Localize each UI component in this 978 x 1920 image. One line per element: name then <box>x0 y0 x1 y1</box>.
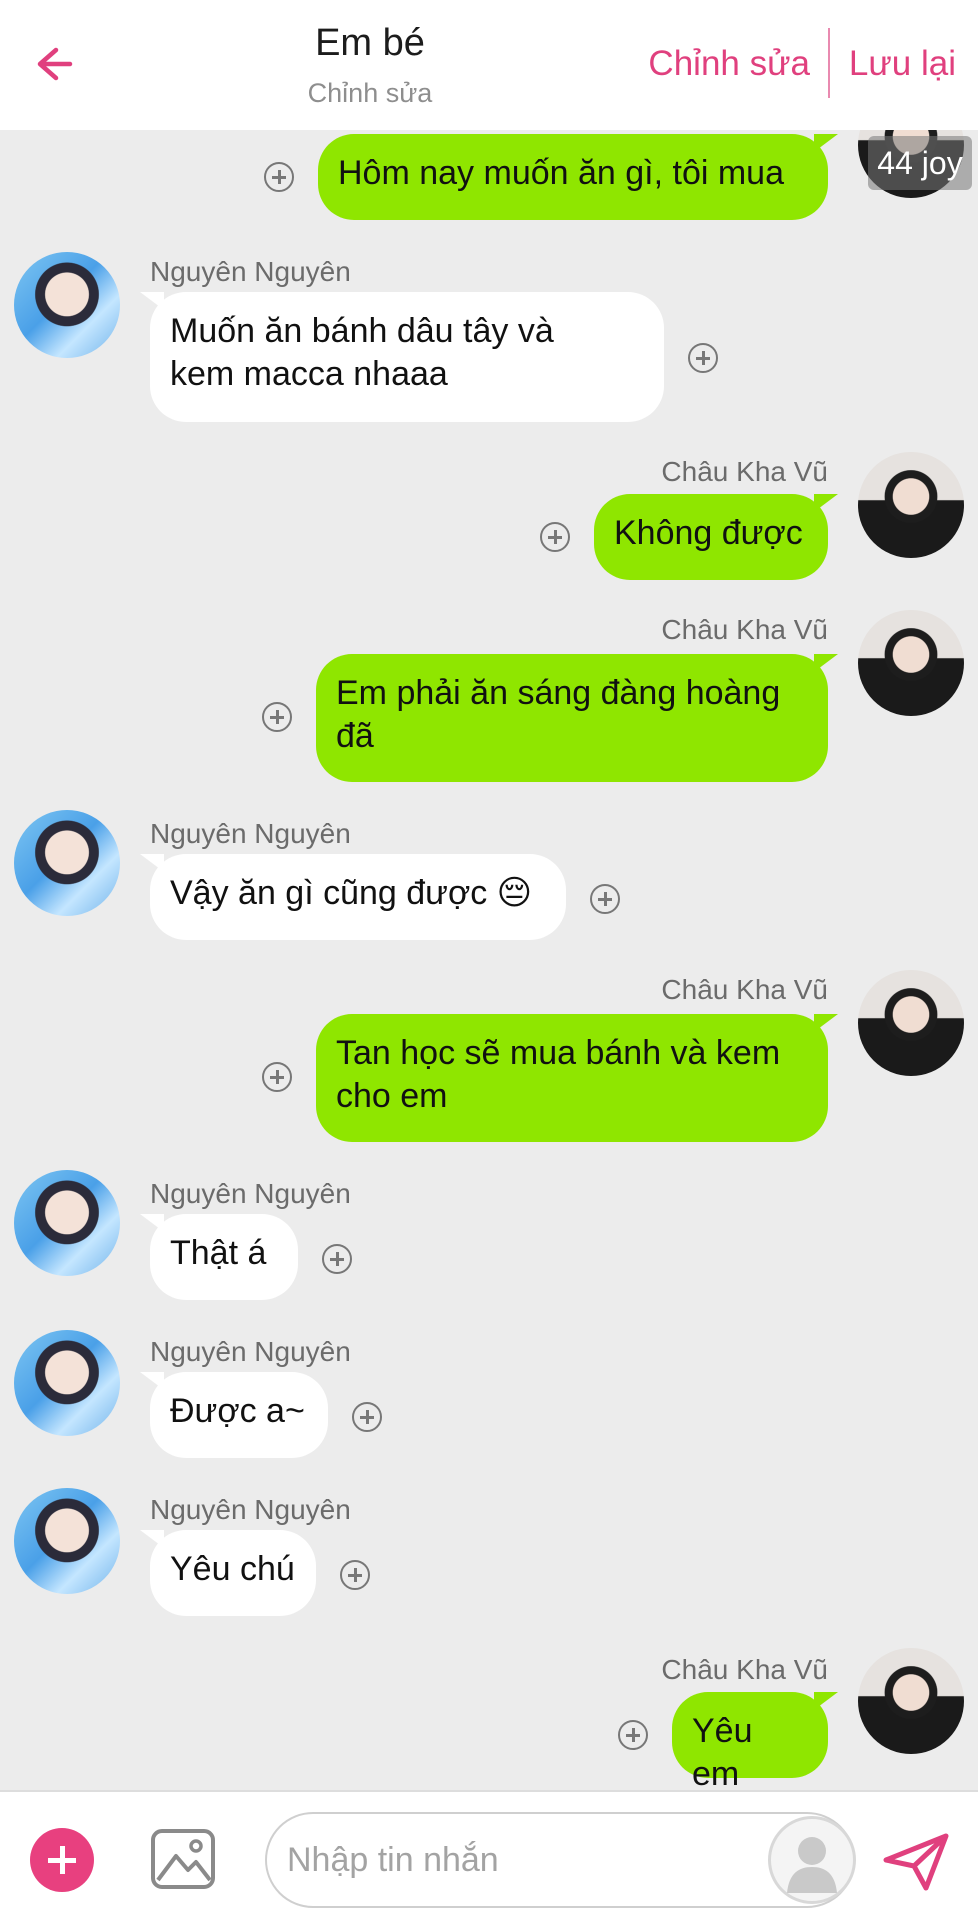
avatar-badge: 44 joy <box>868 136 972 190</box>
image-icon[interactable] <box>150 1828 216 1890</box>
message-text: Yêu em <box>692 1712 753 1793</box>
save-button[interactable]: Lưu lại <box>849 44 956 84</box>
message-bubble[interactable]: Hôm nay muốn ăn gì, tôi mua <box>318 134 838 220</box>
message-plus-icon[interactable] <box>540 522 570 552</box>
sender-name: Nguyên Nguyên <box>150 818 351 849</box>
top-bar: Em bé Chỉnh sửa Chỉnh sửa Lưu lại <box>0 0 978 130</box>
message-text: Không được <box>614 514 803 552</box>
send-icon[interactable] <box>882 1832 950 1892</box>
message-text-line: đã <box>336 717 374 755</box>
message-bubble[interactable]: Yêu chú <box>140 1530 316 1616</box>
message-text-line: kem macca nhaaa <box>170 355 448 393</box>
message-text: Được a~ <box>170 1392 305 1430</box>
avatar-nguyen-nguyen[interactable] <box>14 1330 120 1436</box>
message-bubble[interactable]: Không được <box>594 494 838 580</box>
sender-name: Nguyên Nguyên <box>150 1494 351 1525</box>
avatar-chau-kha-vu[interactable] <box>858 610 964 716</box>
message-text-line: Em phải ăn sáng đàng hoàng <box>336 674 781 712</box>
message-bubble[interactable]: Em phải ăn sáng đàng hoàng đã <box>316 654 838 782</box>
message-bubble[interactable]: Tan học sẽ mua bánh và kem cho em <box>316 1014 838 1142</box>
sender-name: Nguyên Nguyên <box>150 1336 351 1367</box>
message-text-line: cho em <box>336 1077 448 1115</box>
message-bubble[interactable]: Yêu em <box>672 1692 838 1793</box>
message-plus-icon[interactable] <box>322 1244 352 1274</box>
message-text-line: Muốn ăn bánh dâu tây và <box>170 312 554 350</box>
message-plus-icon[interactable] <box>262 1062 292 1092</box>
avatar-chau-kha-vu[interactable] <box>858 452 964 558</box>
edit-button[interactable]: Chỉnh sửa <box>648 44 810 84</box>
message-plus-icon[interactable] <box>618 1720 648 1750</box>
header-divider <box>828 28 830 98</box>
chat-area[interactable]: 44 joy Hôm nay muốn ăn gì, tôi mua Nguyê… <box>0 0 978 1793</box>
sender-name: Châu Kha Vũ <box>661 1654 828 1685</box>
message-bubble[interactable]: Được a~ <box>140 1372 328 1458</box>
sender-name: Châu Kha Vũ <box>661 456 828 487</box>
message-bubble[interactable]: Thật á <box>140 1214 298 1300</box>
message-plus-icon[interactable] <box>352 1402 382 1432</box>
avatar-nguyen-nguyen[interactable] <box>14 252 120 358</box>
chat-subtitle: Chỉnh sửa <box>307 78 433 108</box>
sender-name: Châu Kha Vũ <box>661 974 828 1005</box>
message-input[interactable] <box>265 1812 855 1908</box>
message-plus-icon[interactable] <box>590 884 620 914</box>
avatar-chau-kha-vu[interactable] <box>858 1648 964 1754</box>
plus-circle-icon[interactable] <box>30 1828 94 1892</box>
message-plus-icon[interactable] <box>264 162 294 192</box>
message-text: Yêu chú <box>170 1550 295 1588</box>
message-bubble[interactable]: Muốn ăn bánh dâu tây và kem macca nhaaa <box>140 292 664 422</box>
message-text: Vậy ăn gì cũng được 😔 <box>170 874 533 912</box>
arrow-left-icon[interactable] <box>28 40 76 88</box>
message-plus-icon[interactable] <box>340 1560 370 1590</box>
avatar-chau-kha-vu[interactable] <box>858 970 964 1076</box>
message-text-line: Tan học sẽ mua bánh và kem <box>336 1034 781 1072</box>
user-avatar-icon[interactable] <box>768 1816 856 1904</box>
message-text: Hôm nay muốn ăn gì, tôi mua <box>338 154 785 192</box>
avatar-nguyen-nguyen[interactable] <box>14 1488 120 1594</box>
message-text: Thật á <box>170 1234 267 1272</box>
sender-name: Nguyên Nguyên <box>150 1178 351 1209</box>
chat-title: Em bé <box>315 22 425 64</box>
avatar-nguyen-nguyen[interactable] <box>14 810 120 916</box>
message-plus-icon[interactable] <box>688 343 718 373</box>
avatar-nguyen-nguyen[interactable] <box>14 1170 120 1276</box>
message-bubble[interactable]: Vậy ăn gì cũng được 😔 <box>140 854 566 940</box>
sender-name: Châu Kha Vũ <box>661 614 828 645</box>
message-plus-icon[interactable] <box>262 702 292 732</box>
composer-bar <box>0 1790 978 1920</box>
sender-name: Nguyên Nguyên <box>150 256 351 287</box>
person-silhouette-icon <box>787 1837 837 1893</box>
